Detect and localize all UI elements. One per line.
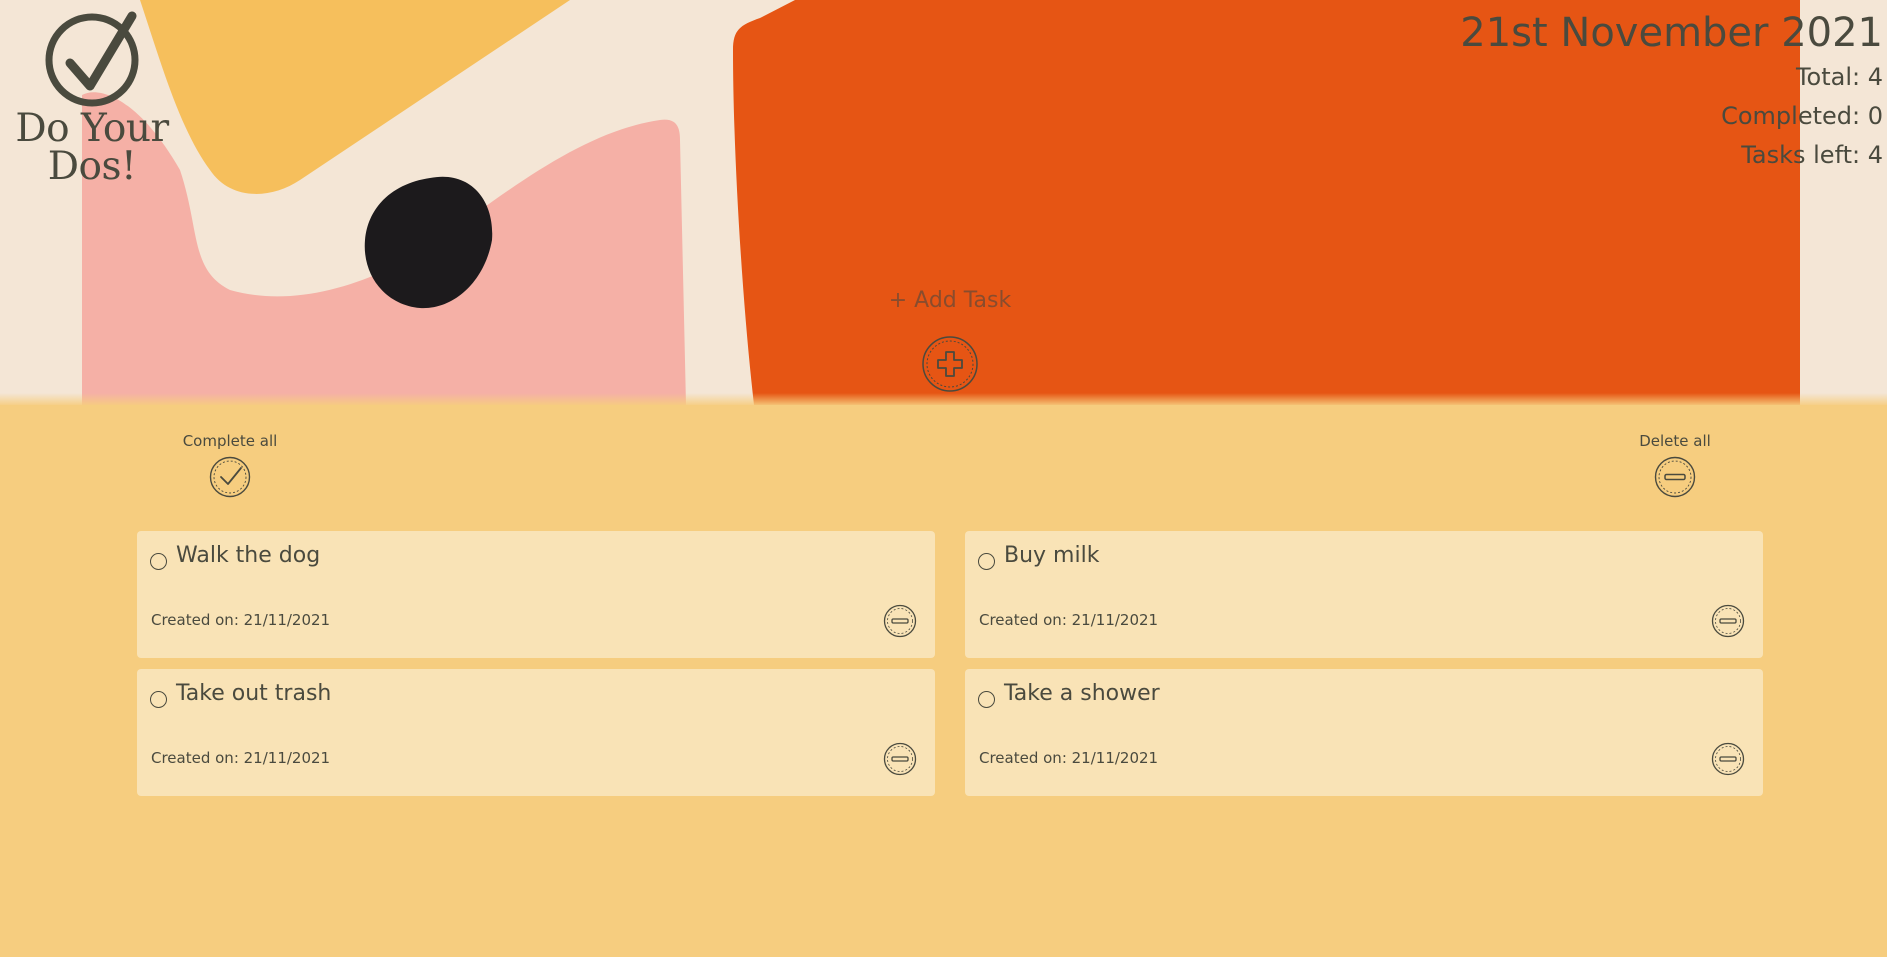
add-task-button[interactable] <box>921 335 979 393</box>
task-card: Take a shower Created on: 21/11/2021 <box>965 669 1763 796</box>
task-created-date: Created on: 21/11/2021 <box>151 611 331 629</box>
check-circle-icon <box>209 456 251 498</box>
task-complete-checkbox[interactable] <box>150 553 167 570</box>
delete-all-button[interactable]: Delete all <box>1615 432 1735 498</box>
checkmark-logo-icon <box>45 11 139 107</box>
complete-all-label: Complete all <box>182 432 278 450</box>
task-created-date: Created on: 21/11/2021 <box>979 749 1159 767</box>
complete-all-button[interactable]: Complete all <box>170 432 290 498</box>
total-count: Total: 4 <box>1795 63 1883 91</box>
yellow-blob <box>140 0 570 194</box>
tasks-left-count: Tasks left: 4 <box>1741 141 1883 169</box>
delete-task-button[interactable] <box>1711 604 1745 638</box>
app-logo: Do Your Dos! <box>12 8 172 186</box>
task-title: Take out trash <box>176 681 332 706</box>
task-complete-checkbox[interactable] <box>150 691 167 708</box>
task-created-date: Created on: 21/11/2021 <box>979 611 1159 629</box>
delete-all-label: Delete all <box>1639 432 1711 450</box>
hero-banner: Do Your Dos! 21st November 2021 Total: 4… <box>0 0 1887 405</box>
app-name: Do Your Dos! <box>15 106 169 189</box>
task-stats: 21st November 2021 Total: 4 Completed: 0… <box>1460 8 1883 175</box>
delete-task-button[interactable] <box>883 604 917 638</box>
add-task-label[interactable]: + Add Task <box>880 288 1020 313</box>
task-complete-checkbox[interactable] <box>978 691 995 708</box>
delete-task-button[interactable] <box>1711 742 1745 776</box>
minus-circle-icon <box>1654 456 1696 498</box>
task-card: Buy milk Created on: 21/11/2021 <box>965 531 1763 658</box>
task-card: Take out trash Created on: 21/11/2021 <box>137 669 935 796</box>
task-title: Buy milk <box>1004 543 1100 568</box>
task-complete-checkbox[interactable] <box>978 553 995 570</box>
task-title: Walk the dog <box>176 543 321 568</box>
task-card: Walk the dog Created on: 21/11/2021 <box>137 531 935 658</box>
task-title: Take a shower <box>1004 681 1160 706</box>
task-created-date: Created on: 21/11/2021 <box>151 749 331 767</box>
completed-count: Completed: 0 <box>1721 102 1883 130</box>
current-date: 21st November 2021 <box>1460 10 1883 56</box>
delete-task-button[interactable] <box>883 742 917 776</box>
add-task-section: + Add Task <box>880 288 1020 393</box>
